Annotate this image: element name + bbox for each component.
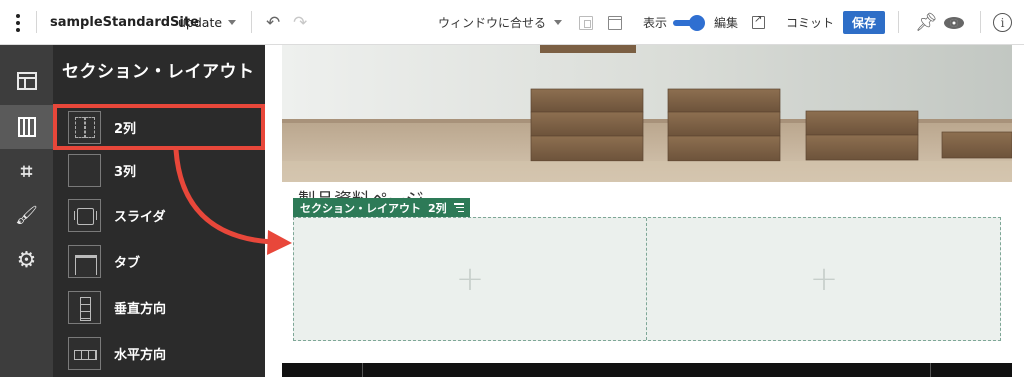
zoom-label: ウィンドウに合せる [438,16,547,30]
rail-crop-button[interactable]: ⌗ [0,149,53,193]
device-preview-icon[interactable] [579,0,593,45]
tab-icon [68,244,101,278]
tool-rail: ⌗ 🖌︎ ⚙ [0,45,53,377]
footer-block [282,363,1012,377]
view-mode-label[interactable]: 表示 [643,0,667,45]
branch-label: update [178,15,223,30]
three-column-icon [68,153,101,187]
section-menu-icon[interactable] [453,203,464,212]
layout-item-label: 2列 [114,121,137,137]
layout-item-vertical[interactable]: 垂直方向 [53,285,265,329]
section-layout-panel: セクション・レイアウト 2列 3列 スライダ タブ 垂直方向 水平方向 [53,45,265,377]
zoom-dropdown[interactable]: ウィンドウに合せる [438,0,563,45]
section-layout-tag[interactable]: セクション・レイアウト 2列 [293,198,470,217]
preview-eye-icon[interactable] [944,0,964,45]
section-tag-columns: 2列 [428,201,447,215]
chevron-down-icon [228,20,237,25]
chevron-down-icon [554,20,563,25]
divider [898,11,899,33]
column-1-dropzone[interactable]: + [294,218,647,340]
pin-icon[interactable]: 📌︎ [915,0,938,45]
save-button[interactable]: 保存 [843,11,885,34]
horizontal-stack-icon [68,336,101,370]
divider [980,11,981,33]
layout-item-label: 3列 [114,164,137,180]
layout-item-label: タブ [114,255,141,271]
two-column-section: + + [293,217,1001,341]
layout-item-horizontal[interactable]: 水平方向 [53,331,265,375]
crop-icon: ⌗ [20,159,33,183]
layout-icon [16,72,37,90]
gear-icon: ⚙ [16,247,37,273]
rail-section-layout-button[interactable] [0,105,53,149]
add-content-plus-icon[interactable]: + [810,259,839,299]
panel-title: セクション・レイアウト [62,62,255,82]
columns-icon [17,117,36,137]
divider [36,11,37,33]
layout-item-slider[interactable]: スライダ [53,193,265,237]
layout-item-2col[interactable]: 2列 [53,104,265,150]
add-content-plus-icon[interactable]: + [456,259,485,299]
rail-layout-button[interactable] [0,59,53,103]
site-name: sampleStandardSite [50,15,199,30]
view-edit-toggle[interactable] [673,0,705,45]
layout-item-label: スライダ [114,209,166,225]
info-icon[interactable]: i [993,0,1012,45]
rail-style-button[interactable]: 🖌︎ [0,193,53,237]
redo-icon[interactable]: ↷ [293,0,307,45]
branch-dropdown[interactable]: update [178,0,237,45]
slider-icon [68,198,101,232]
layout-item-label: 垂直方向 [114,301,167,317]
more-menu-icon[interactable] [12,0,24,45]
divider [251,11,252,33]
rail-settings-button[interactable]: ⚙ [0,238,53,282]
top-toolbar: sampleStandardSite update ↶ ↷ ウィンドウに合せる … [0,0,1024,45]
window-layout-icon[interactable] [608,0,622,45]
layout-item-3col[interactable]: 3列 [53,148,265,192]
hero-image [282,45,1012,182]
column-2-dropzone[interactable]: + [648,218,1000,340]
edit-mode-label[interactable]: 編集 [714,0,738,45]
two-column-icon [68,110,101,144]
undo-icon[interactable]: ↶ [266,0,280,45]
layout-item-label: 水平方向 [114,347,167,363]
layout-item-tab[interactable]: タブ [53,239,265,283]
open-external-icon[interactable] [752,0,765,45]
commit-button[interactable]: コミット [786,0,834,45]
section-tag-label: セクション・レイアウト [300,201,421,215]
vertical-stack-icon [68,290,101,324]
brush-icon: 🖌︎ [15,204,38,226]
